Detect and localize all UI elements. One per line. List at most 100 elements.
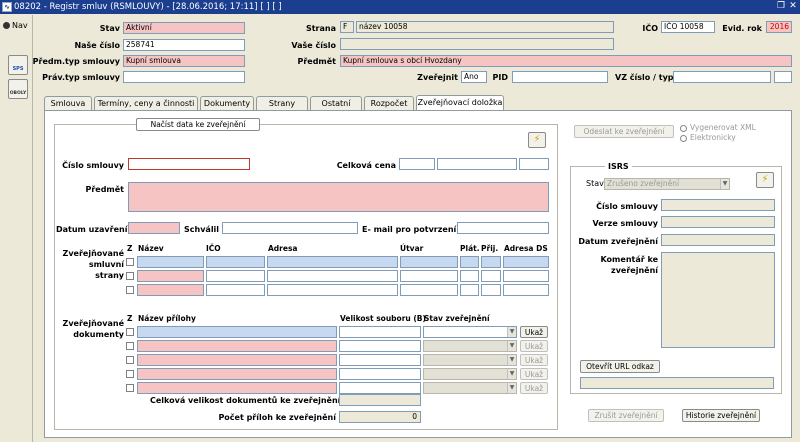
zrusit-zverejneni-button[interactable]: Zrušit zveřejnění <box>588 409 664 422</box>
tab-strany[interactable]: Strany <box>256 96 308 110</box>
strany-cell[interactable] <box>481 284 501 296</box>
mena-field[interactable] <box>519 158 549 170</box>
prilohy-velikost-cell[interactable] <box>339 382 421 394</box>
vz-cislo-field[interactable] <box>673 71 771 83</box>
strany-cell[interactable] <box>460 270 479 282</box>
prav-typ-field[interactable] <box>123 71 245 83</box>
oboly-button[interactable]: OBOLY <box>8 79 28 99</box>
isrs-cislo-field <box>661 199 775 211</box>
strany-cell[interactable] <box>460 256 479 268</box>
strany-col-prij: Přij. <box>481 244 499 253</box>
vase-cislo-field[interactable] <box>340 38 614 50</box>
prilohy-velikost-cell[interactable] <box>339 368 421 380</box>
strany-cell[interactable] <box>267 284 398 296</box>
predm-typ-field[interactable]: Kupní smlouva <box>123 55 245 67</box>
ico-field[interactable]: IČO 10058 <box>661 21 715 33</box>
prilohy-velikost-cell[interactable] <box>339 340 421 352</box>
nase-cislo-field[interactable]: 258741 <box>123 39 245 51</box>
strany-cell[interactable] <box>400 284 458 296</box>
strany-cell[interactable] <box>137 284 204 296</box>
refresh-icon[interactable]: ⚡ <box>528 132 546 148</box>
strany-col-adresa-ds: Adresa DS <box>504 244 548 253</box>
strany-row-checkbox[interactable] <box>126 272 134 280</box>
ukaz-button[interactable]: Ukaž <box>520 382 548 394</box>
strany-cell[interactable] <box>267 270 398 282</box>
datum-uzavreni-field[interactable] <box>128 222 180 234</box>
strany-cell[interactable] <box>206 284 265 296</box>
prilohy-stav-select[interactable]: ▼ <box>423 340 517 352</box>
strany-row-checkbox[interactable] <box>126 258 134 266</box>
evid-rok-field[interactable]: 2016 <box>766 21 792 33</box>
prilohy-stav-select[interactable]: ▼ <box>423 368 517 380</box>
strany-cell[interactable] <box>137 256 204 268</box>
ukaz-button[interactable]: Ukaž <box>520 326 548 338</box>
odeslat-button[interactable]: Odeslat ke zveřejnění <box>574 125 674 138</box>
cislo-smlouvy-field[interactable] <box>128 158 250 170</box>
predmet-field[interactable]: Kupní smlouva s obcí Hvozdany <box>340 55 792 67</box>
prilohy-nazev-cell[interactable] <box>137 368 337 380</box>
tab-ostatni[interactable]: Ostatní <box>310 96 362 110</box>
prilohy-velikost-cell[interactable] <box>339 326 421 338</box>
strany-cell[interactable] <box>503 256 549 268</box>
prilohy-row-checkbox[interactable] <box>126 328 134 336</box>
zverejnit-field[interactable]: Ano <box>461 71 487 83</box>
sps-button[interactable]: SPS <box>8 55 28 75</box>
email-field[interactable] <box>457 222 549 234</box>
predmet-main-field[interactable] <box>128 182 549 212</box>
radio-elektronicky-icon[interactable] <box>680 135 687 142</box>
prilohy-row-checkbox[interactable] <box>126 342 134 350</box>
load-data-button[interactable]: Načíst data ke zveřejnění <box>136 118 260 131</box>
strany-cell[interactable] <box>460 284 479 296</box>
prilohy-stav-select[interactable]: ▼ <box>423 354 517 366</box>
strany-cell[interactable] <box>206 256 265 268</box>
tab-terminy[interactable]: Termíny, ceny a činnosti <box>94 96 198 110</box>
stav-field[interactable]: Aktivní <box>123 22 245 34</box>
strany-cell[interactable] <box>481 256 501 268</box>
strany-row-checkbox[interactable] <box>126 286 134 294</box>
tab-rozpocet[interactable]: Rozpočet <box>364 96 414 110</box>
strany-cell[interactable] <box>267 256 398 268</box>
strany-cell[interactable] <box>503 284 549 296</box>
close-icon[interactable]: ✕ <box>788 1 798 12</box>
celkova-cena-field-2[interactable] <box>437 158 517 170</box>
prilohy-nazev-cell[interactable] <box>137 340 337 352</box>
prilohy-nazev-cell[interactable] <box>137 354 337 366</box>
strany-cell[interactable] <box>481 270 501 282</box>
tab-zverejnovaci-dolozka[interactable]: Zveřejňovací doložka <box>416 95 504 111</box>
celkova-cena-field[interactable] <box>399 158 435 170</box>
strany-cell[interactable] <box>137 270 204 282</box>
strany-cell[interactable] <box>206 270 265 282</box>
strany-cell[interactable] <box>400 270 458 282</box>
radio-elektronicky-label: Elektronicky <box>690 133 736 142</box>
historie-zverejneni-button[interactable]: Historie zveřejnění <box>682 409 760 422</box>
strany-cell[interactable] <box>400 256 458 268</box>
nav-radio-icon[interactable] <box>3 22 10 29</box>
prilohy-nazev-cell[interactable] <box>137 382 337 394</box>
strana-code-field[interactable]: F <box>340 21 354 33</box>
isrs-komentar-field <box>661 252 775 348</box>
restore-icon[interactable]: ❐ <box>776 1 786 12</box>
strany-cell[interactable] <box>503 270 549 282</box>
prilohy-row-checkbox[interactable] <box>126 370 134 378</box>
tab-dokumenty[interactable]: Dokumenty <box>200 96 254 110</box>
open-url-button[interactable]: Otevřít URL odkaz <box>580 360 660 373</box>
schvalil-field[interactable] <box>222 222 358 234</box>
prilohy-nazev-cell[interactable] <box>137 326 337 338</box>
schvalil-label: Schválil <box>184 225 220 234</box>
strana-name-field[interactable]: název 10058 <box>356 21 614 33</box>
ukaz-button[interactable]: Ukaž <box>520 354 548 366</box>
vz-typ-field[interactable] <box>774 71 792 83</box>
prilohy-stav-select[interactable]: ▼ <box>423 382 517 394</box>
tab-smlouva[interactable]: Smlouva <box>44 96 92 110</box>
pid-field[interactable] <box>512 71 608 83</box>
prilohy-velikost-cell[interactable] <box>339 354 421 366</box>
chevron-down-icon: ▼ <box>507 327 516 337</box>
isrs-refresh-icon[interactable]: ⚡ <box>756 172 774 188</box>
prilohy-stav-select[interactable]: ▼ <box>423 326 517 338</box>
ukaz-button[interactable]: Ukaž <box>520 340 548 352</box>
ukaz-button[interactable]: Ukaž <box>520 368 548 380</box>
prilohy-row-checkbox[interactable] <box>126 356 134 364</box>
radio-xml-icon[interactable] <box>680 125 687 132</box>
isrs-stav-select[interactable]: Zrušeno zveřejnění ▼ <box>604 178 730 190</box>
prilohy-row-checkbox[interactable] <box>126 384 134 392</box>
